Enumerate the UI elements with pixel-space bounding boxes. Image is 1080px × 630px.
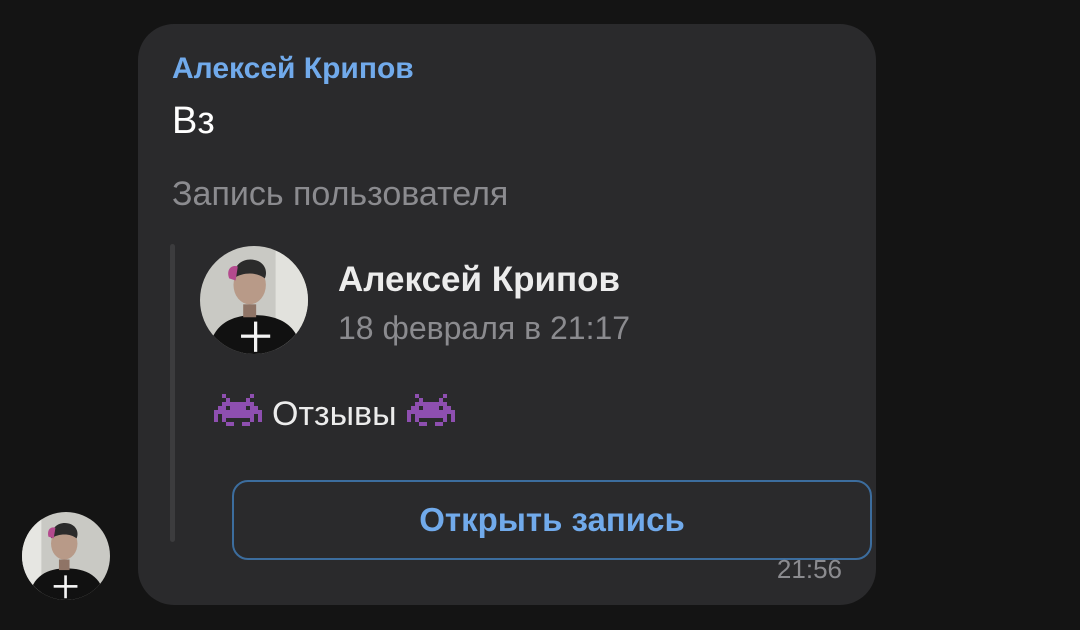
repost-author-avatar[interactable]	[200, 246, 308, 354]
chat-view: Алексей Крипов Вз Запись пользователя Ал	[0, 0, 1080, 630]
sender-avatar[interactable]	[22, 512, 110, 600]
repost-text-label: Отзывы	[272, 394, 397, 433]
repost-text: Отзывы	[214, 388, 455, 440]
open-post-button[interactable]: Открыть запись	[232, 480, 872, 560]
repost-label: Запись пользователя	[172, 175, 509, 213]
message-time: 21:56	[776, 554, 842, 584]
space-invader-icon	[214, 394, 262, 434]
message-author[interactable]: Алексей Крипов	[172, 52, 414, 86]
repost-date: 18 февраля в 21:17	[338, 310, 631, 346]
space-invader-icon	[406, 394, 455, 434]
message-text: Вз	[172, 100, 215, 142]
repost-author-name[interactable]: Алексей Крипов	[338, 260, 620, 300]
repost-quote-bar	[170, 244, 175, 542]
repost-card: Алексей Крипов 18 февраля в 21:17 Отзывы…	[170, 244, 872, 560]
message-bubble: Алексей Крипов Вз Запись пользователя Ал	[138, 24, 876, 605]
